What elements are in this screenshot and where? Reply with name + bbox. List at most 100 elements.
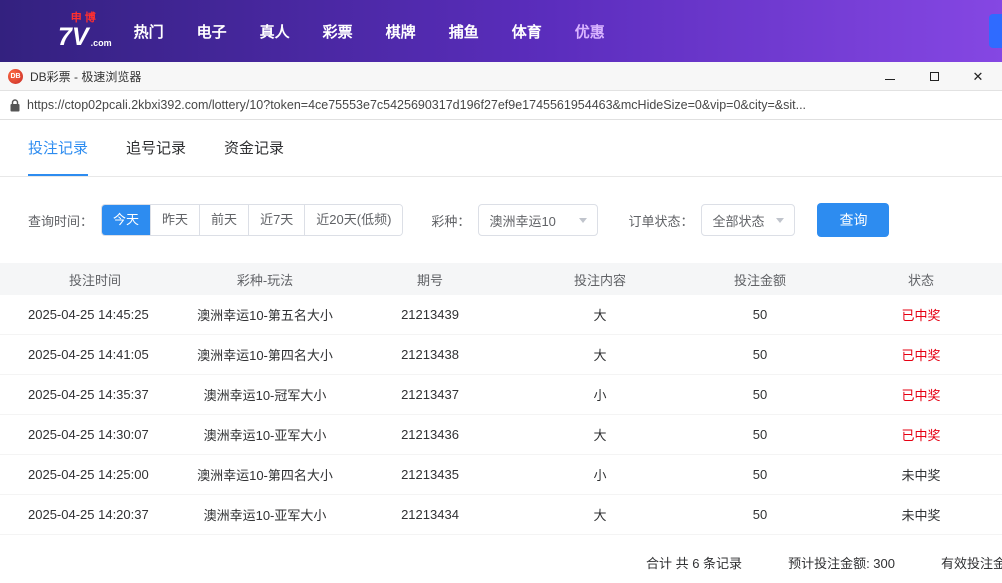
cell-status: 已中奖 [840,305,1002,324]
table-row: 2025-04-25 14:30:07澳洲幸运10-亚军大小21213436大5… [0,415,1002,455]
status-select-value: 全部状态 [712,211,764,230]
cell-game: 澳洲幸运10-第五名大小 [190,305,340,324]
cell-game: 澳洲幸运10-冠军大小 [190,385,340,404]
cell-amount: 50 [680,387,840,402]
time-range-group: 今天昨天前天近7天近20天(低频) [101,204,403,236]
main-nav: 热门 电子 真人 彩票 棋牌 捕鱼 体育 优惠 [134,21,605,42]
tab-item[interactable]: 追号记录 [126,120,186,176]
cell-bet-time: 2025-04-25 14:35:37 [0,387,190,402]
time-range-button[interactable]: 近20天(低频) [304,205,402,235]
nav-item[interactable]: 彩票 [323,21,353,42]
lottery-select-value: 澳洲幸运10 [489,211,555,230]
nav-item[interactable]: 棋牌 [386,21,416,42]
cell-amount: 50 [680,427,840,442]
tab-active[interactable]: 投注记录 [28,120,88,176]
cell-content: 大 [520,305,680,324]
cell-status: 已中奖 [840,345,1002,364]
cell-status: 未中奖 [840,465,1002,484]
cell-status: 已中奖 [840,385,1002,404]
floating-widget[interactable] [989,14,1002,48]
cell-content: 小 [520,465,680,484]
cell-issue: 21213439 [340,307,520,322]
cell-game: 澳洲幸运10-第四名大小 [190,345,340,364]
cell-content: 大 [520,425,680,444]
cell-content: 小 [520,385,680,404]
cell-issue: 21213434 [340,507,520,522]
time-filter-label: 查询时间： [28,211,93,230]
cell-bet-time: 2025-04-25 14:20:37 [0,507,190,522]
lottery-filter-label: 彩种： [431,211,470,230]
browser-titlebar: DB DB彩票 - 极速浏览器 ✕ [0,62,1002,91]
time-range-button[interactable]: 今天 [102,205,150,235]
nav-item[interactable]: 优惠 [575,21,605,42]
cell-content: 大 [520,345,680,364]
nav-item[interactable]: 捕鱼 [449,21,479,42]
column-header: 投注金额 [680,270,840,289]
nav-item[interactable]: 电子 [197,21,227,42]
table-footer: 合计 共 6 条记录 预计投注金额: 300 有效投注金 [0,535,1002,572]
table-body: 2025-04-25 14:45:25澳洲幸运10-第五名大小21213439大… [0,295,1002,535]
address-bar[interactable]: https://ctop02pcali.2kbxi392.com/lottery… [0,91,1002,120]
valid-amount-text: 有效投注金 [941,553,1002,572]
table-row: 2025-04-25 14:41:05澳洲幸运10-第四名大小21213438大… [0,335,1002,375]
cell-issue: 21213435 [340,467,520,482]
table-row: 2025-04-25 14:45:25澳洲幸运10-第五名大小21213439大… [0,295,1002,335]
bet-records-table: 投注时间彩种-玩法期号投注内容投注金额状态 2025-04-25 14:45:2… [0,263,1002,535]
time-range-button[interactable]: 近7天 [248,205,304,235]
page-content: 投注记录追号记录资金记录 查询时间： 今天昨天前天近7天近20天(低频) 彩种：… [0,120,1002,572]
cell-game: 澳洲幸运10-亚军大小 [190,425,340,444]
cell-bet-time: 2025-04-25 14:41:05 [0,347,190,362]
cell-amount: 50 [680,507,840,522]
total-records-text: 合计 共 6 条记录 [646,553,742,572]
cell-game: 澳洲幸运10-亚军大小 [190,505,340,524]
cell-amount: 50 [680,467,840,482]
column-header: 状态 [840,270,1002,289]
url-text: https://ctop02pcali.2kbxi392.com/lottery… [27,98,806,112]
column-header: 投注时间 [0,270,190,289]
table-row: 2025-04-25 14:25:00澳洲幸运10-第四名大小21213435小… [0,455,1002,495]
tab-item[interactable]: 资金记录 [224,120,284,176]
status-select[interactable]: 全部状态 [701,204,795,236]
cell-bet-time: 2025-04-25 14:30:07 [0,427,190,442]
nav-item[interactable]: 热门 [134,21,164,42]
cell-issue: 21213438 [340,347,520,362]
cell-content: 大 [520,505,680,524]
logo-com: .com [91,39,112,50]
column-header: 投注内容 [520,270,680,289]
minimize-button[interactable] [882,68,898,84]
cell-issue: 21213436 [340,427,520,442]
column-header: 期号 [340,270,520,289]
cell-status: 已中奖 [840,425,1002,444]
window-title: DB彩票 - 极速浏览器 [30,68,882,85]
lottery-select[interactable]: 澳洲幸运10 [478,204,598,236]
browser-favicon-icon: DB [8,69,23,84]
maximize-button[interactable] [926,68,942,84]
nav-item[interactable]: 真人 [260,21,290,42]
logo-7v: 7V [58,25,89,50]
time-range-button[interactable]: 前天 [199,205,248,235]
status-filter-label: 订单状态： [628,211,693,230]
column-header: 彩种-玩法 [190,270,340,289]
nav-item[interactable]: 体育 [512,21,542,42]
cell-game: 澳洲幸运10-第四名大小 [190,465,340,484]
site-logo[interactable]: 申博 7V .com [58,12,112,49]
window-controls: ✕ [882,68,994,84]
query-button[interactable]: 查询 [817,203,889,237]
chevron-down-icon [579,218,587,223]
site-header: 申博 7V .com 热门 电子 真人 彩票 棋牌 捕鱼 体育 优惠 [0,0,1002,62]
close-button[interactable]: ✕ [970,68,986,84]
cell-bet-time: 2025-04-25 14:45:25 [0,307,190,322]
table-row: 2025-04-25 14:35:37澳洲幸运10-冠军大小21213437小5… [0,375,1002,415]
cell-status: 未中奖 [840,505,1002,524]
lock-icon [10,99,20,112]
time-range-button[interactable]: 昨天 [150,205,199,235]
filter-bar: 查询时间： 今天昨天前天近7天近20天(低频) 彩种： 澳洲幸运10 订单状态：… [0,177,1002,237]
table-header: 投注时间彩种-玩法期号投注内容投注金额状态 [0,263,1002,295]
cell-issue: 21213437 [340,387,520,402]
table-row: 2025-04-25 14:20:37澳洲幸运10-亚军大小21213434大5… [0,495,1002,535]
estimated-amount-text: 预计投注金额: 300 [788,553,895,572]
logo-main-text: 7V .com [58,25,112,50]
cell-bet-time: 2025-04-25 14:25:00 [0,467,190,482]
chevron-down-icon [776,218,784,223]
cell-amount: 50 [680,347,840,362]
